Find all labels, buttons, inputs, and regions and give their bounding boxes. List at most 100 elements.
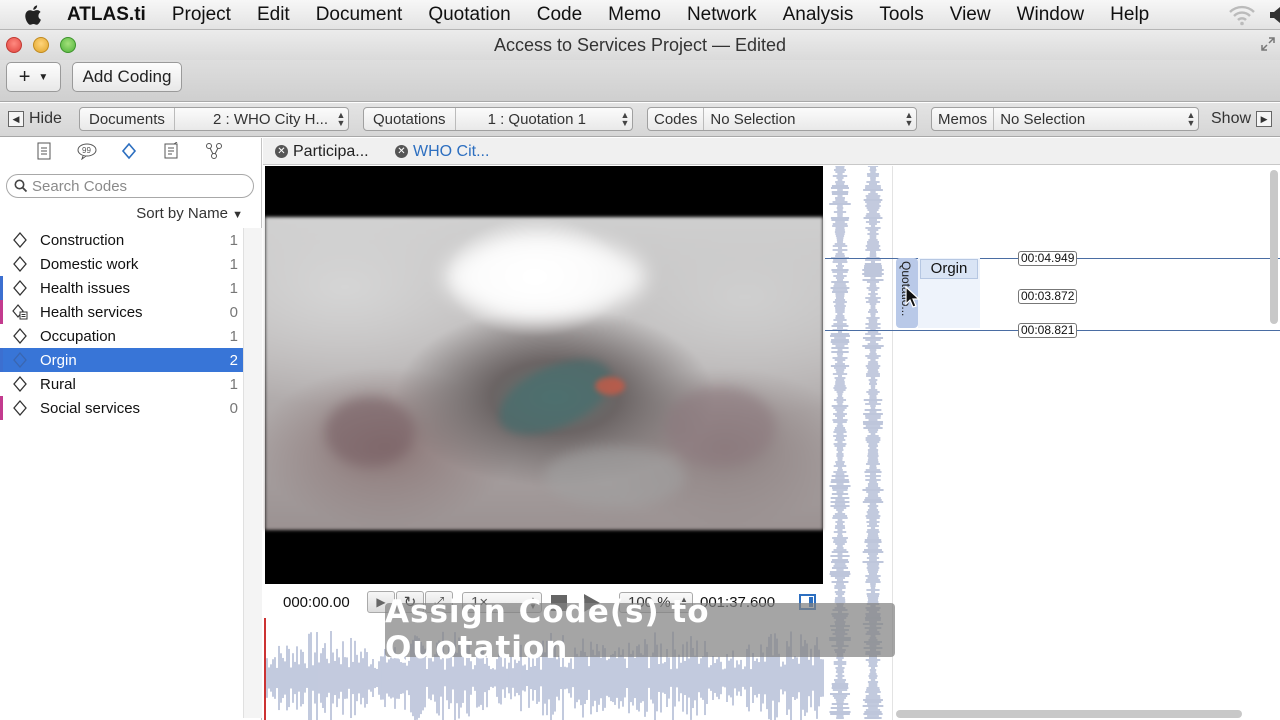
code-list-item[interactable]: Health services 0	[0, 300, 243, 324]
tab-participants[interactable]: ✕ Participa...	[275, 138, 369, 165]
plus-icon: +	[18, 65, 31, 88]
memos-selector[interactable]: Memos No Selection ▲ ▼	[931, 107, 1199, 131]
sort-by-menu[interactable]: Sort by Name ▼	[136, 205, 243, 222]
apple-icon[interactable]	[21, 2, 47, 28]
current-time: 000:00.00	[283, 594, 350, 611]
search-codes-field[interactable]	[6, 174, 254, 198]
toolbar: + ▼ Add Coding	[0, 60, 1280, 102]
code-name: Orgin	[40, 351, 77, 369]
assigned-code-chip[interactable]: Orgin	[920, 259, 978, 279]
menu-analysis[interactable]: Analysis	[783, 4, 854, 26]
menu-network[interactable]: Network	[687, 4, 757, 26]
code-list-item[interactable]: Rural 1	[0, 372, 243, 396]
code-name: Domestic work	[40, 255, 139, 273]
menu-app-name[interactable]: ATLAS.ti	[67, 4, 146, 26]
code-name: Occupation	[40, 327, 116, 345]
code-color-bar	[0, 276, 3, 300]
wifi-icon[interactable]	[1228, 4, 1256, 31]
horizontal-scrollbar[interactable]	[896, 710, 1242, 718]
menu-quotation[interactable]: Quotation	[428, 4, 510, 26]
code-sidebar: 99 Sort by Name ▼ Construction 1 Domestic …	[0, 138, 262, 720]
tab-participants-label: Participa...	[293, 142, 369, 160]
close-tab-icon[interactable]: ✕	[275, 145, 288, 158]
code-name: Health issues	[40, 279, 131, 297]
fullscreen-icon[interactable]	[1260, 36, 1276, 57]
codes-tab-icon[interactable]	[118, 140, 140, 162]
vertical-scrollbar[interactable]	[1270, 170, 1278, 324]
close-tab-icon[interactable]: ✕	[395, 145, 408, 158]
code-count: 2	[229, 351, 238, 369]
quotations-selector-label: Quotations	[364, 108, 456, 130]
show-inspector-button[interactable]: Show ▶	[1211, 110, 1273, 128]
menu-view[interactable]: View	[950, 4, 991, 26]
menu-edit[interactable]: Edit	[257, 4, 290, 26]
quotation-end-time: 00:08.821	[1018, 323, 1078, 338]
menu-window[interactable]: Window	[1017, 4, 1085, 26]
code-count: 1	[229, 231, 238, 249]
video-frame	[265, 217, 823, 530]
code-list-item[interactable]: Occupation 1	[0, 324, 243, 348]
memos-tab-icon[interactable]	[160, 140, 182, 162]
inspector-toggle-icon: ▶	[1256, 111, 1273, 127]
codes-selector-value: No Selection	[710, 110, 796, 128]
chevron-down-icon: ▼	[232, 209, 243, 221]
code-list-item[interactable]: Social services 0	[0, 396, 243, 420]
code-color-bar	[0, 228, 3, 252]
documents-selector-label: Documents	[80, 108, 175, 130]
document-tabs: ✕ Participa... ✕ WHO Cit...	[263, 138, 1280, 165]
menu-document[interactable]: Document	[316, 4, 403, 26]
quotations-tab-icon[interactable]: 99	[76, 140, 98, 162]
add-coding-button[interactable]: Add Coding	[72, 62, 182, 92]
code-count: 1	[229, 375, 238, 393]
code-color-bar	[0, 324, 3, 348]
code-list-item[interactable]: Domestic work 1	[0, 252, 243, 276]
code-color-bar	[0, 372, 3, 396]
search-icon	[14, 179, 28, 193]
code-color-bar	[0, 252, 3, 276]
code-name: Construction	[40, 231, 125, 249]
code-color-bar	[0, 348, 3, 372]
code-count: 1	[229, 279, 238, 297]
video-player[interactable]	[265, 166, 823, 584]
code-count: 1	[229, 327, 238, 345]
networks-tab-icon[interactable]	[203, 140, 225, 162]
hide-sidebar-button[interactable]: ◀ Hide	[8, 110, 62, 128]
code-name: Rural	[40, 375, 76, 393]
diamond-icon	[12, 232, 28, 248]
search-codes-input[interactable]	[32, 177, 242, 195]
tab-who-city[interactable]: ✕ WHO Cit...	[395, 138, 489, 165]
memos-selector-label: Memos	[932, 108, 995, 130]
codes-selector-label: Codes	[648, 108, 705, 130]
title-bar: Access to Services Project — Edited	[0, 30, 1280, 60]
diamond-icon	[12, 352, 28, 368]
quotations-selector[interactable]: Quotations 1 : Quotation 1 ▲ ▼	[363, 107, 633, 131]
menu-help[interactable]: Help	[1110, 4, 1149, 26]
navigator-bar: ◀ Hide Documents 2 : WHO City H... ▲ ▼ Qu…	[0, 103, 1280, 137]
menu-project[interactable]: Project	[172, 4, 231, 26]
diamond-icon	[12, 280, 28, 296]
show-label: Show	[1211, 110, 1252, 127]
hide-label: Hide	[29, 110, 62, 127]
menu-memo[interactable]: Memo	[608, 4, 661, 26]
code-list-item[interactable]: Orgin 2	[0, 348, 243, 372]
code-count: 0	[229, 303, 238, 321]
code-list-item[interactable]: Health issues 1	[0, 276, 243, 300]
documents-tab-icon[interactable]	[33, 140, 55, 162]
diamond-icon	[12, 256, 28, 272]
code-list-item[interactable]: Construction 1	[0, 228, 243, 252]
stepper-arrows-icon: ▲▼	[1186, 110, 1196, 128]
add-menu-button[interactable]: + ▼	[6, 62, 61, 92]
volume-icon[interactable]	[1268, 6, 1280, 24]
margin-area[interactable]	[892, 166, 1280, 720]
tutorial-caption: Assign Code(s) to Quotation	[385, 594, 895, 666]
playhead[interactable]	[264, 618, 266, 720]
documents-selector[interactable]: Documents 2 : WHO City H... ▲ ▼	[79, 107, 349, 131]
tab-who-city-label: WHO Cit...	[413, 142, 490, 160]
code-name: Health services	[40, 303, 143, 321]
quotation-duration: 00:03.872	[1018, 289, 1078, 304]
menu-code[interactable]: Code	[537, 4, 582, 26]
sidebar-scrollbar-track[interactable]	[243, 228, 262, 718]
quotation-start-time: 00:04.949	[1018, 251, 1078, 266]
menu-tools[interactable]: Tools	[879, 4, 923, 26]
codes-selector[interactable]: Codes No Selection ▲ ▼	[647, 107, 917, 131]
